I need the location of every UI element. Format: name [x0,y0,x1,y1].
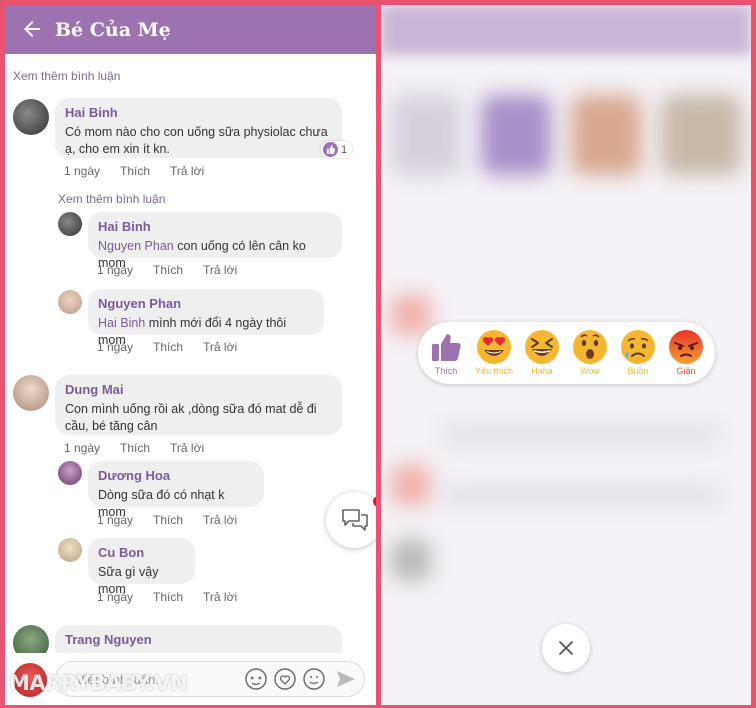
commenter-name[interactable]: Dung Mai [65,382,332,397]
reply-link[interactable]: Trả lời [203,263,237,277]
blurred-content [481,95,551,175]
reactions-screen: Thích Yêu thích Haha Wow Buồn Giận [381,5,751,705]
like-count: 1 [341,143,348,156]
reaction-haha[interactable]: Haha [519,329,565,376]
reaction-angry[interactable]: Giận [663,329,709,376]
comment-bubble: Dung Mai Con mình uống rồi ak ,dòng sữa … [55,375,342,435]
reaction-label: Giận [676,366,696,376]
commenter-name[interactable]: Cu Bon [98,545,185,560]
like-link[interactable]: Thích [120,164,150,178]
commenter-name[interactable]: Trang Nguyen [65,632,332,647]
reply-link[interactable]: Trả lời [170,441,204,455]
commenter-name[interactable]: Hai Binh [98,219,332,234]
send-icon[interactable] [334,667,358,691]
reaction-label: Haha [531,366,553,376]
mention[interactable]: Nguyen Phan [98,239,174,253]
like-link[interactable]: Thích [153,340,183,354]
heart-icon[interactable] [273,667,297,691]
commenter-name[interactable]: Dương Hoa [98,468,254,483]
reaction-label: Wow [580,366,600,376]
surprised-icon [573,330,607,364]
like-link[interactable]: Thích [120,441,150,455]
reply-link[interactable]: Trả lời [170,164,204,178]
like-link[interactable]: Thích [153,590,183,604]
reaction-wow[interactable]: Wow [567,329,613,376]
reaction-love[interactable]: Yêu thích [471,329,517,376]
reply-link[interactable]: Trả lời [203,513,237,527]
watermark: MARRYBABY.VN [9,671,188,695]
heart-eyes-icon [477,330,511,364]
comment-actions: 1 ngày Thích Trả lời [97,340,257,354]
angry-icon [669,330,703,364]
reply-bubble: Dương Hoa Dòng sữa đó có nhạt k mom [88,461,264,519]
blurred-content [661,95,741,175]
comment-actions: 1 ngày Thích Trả lời [64,164,224,178]
reaction-like[interactable]: Thích [423,329,469,376]
close-button[interactable] [542,624,590,672]
reply-link[interactable]: Trả lời [203,590,237,604]
sad-icon [621,330,655,364]
mention[interactable]: Hai Binh [98,316,145,330]
reaction-sad[interactable]: Buồn [615,329,661,376]
reply-bubble: Cu Bon Sữa gì vậy mom [88,538,195,596]
comment-bubble: Hai Binh Có mom nào cho con uống sữa phy… [55,98,342,158]
back-arrow-icon[interactable] [20,17,44,41]
comment-time: 1 ngày [97,513,134,527]
avatar[interactable] [13,375,49,411]
avatar[interactable] [58,290,82,314]
comments-screen: Bé Của Mẹ Xem thêm bình luận Hai Binh Có… [5,5,376,705]
reply-link[interactable]: Trả lời [203,340,237,354]
thumbs-up-icon [432,334,461,361]
blurred-content [391,465,431,505]
like-link[interactable]: Thích [153,263,183,277]
blurred-content [391,540,431,580]
chat-button[interactable] [326,492,376,548]
blurred-content [571,95,641,175]
comment-actions: 1 ngày Thích Trả lời [64,441,224,455]
emoji-icon[interactable] [302,667,326,691]
chat-bubbles-icon [342,509,368,531]
reaction-label: Buồn [627,366,649,376]
reaction-picker: Thích Yêu thích Haha Wow Buồn Giận [418,322,715,384]
avatar[interactable] [58,538,82,562]
avatar[interactable] [13,99,49,135]
reply-bubble: Nguyen Phan Hai Binh mình mới đổi 4 ngày… [88,289,324,347]
page-title: Bé Của Mẹ [55,19,171,41]
like-link[interactable]: Thích [153,513,183,527]
avatar[interactable] [58,212,82,236]
top-bar: Bé Của Mẹ [5,5,376,54]
notification-dot [373,496,376,507]
blurred-content [441,485,721,505]
comment-time: 1 ngày [97,590,134,604]
commenter-name[interactable]: Nguyen Phan [98,296,314,311]
comment-time: 1 ngày [97,263,134,277]
comment-actions: 1 ngày Thích Trả lời [97,263,257,277]
comment-actions: 1 ngày Thích Trả lời [97,590,257,604]
comment-text: Có mom nào cho con uống sữa physiolac ch… [65,125,328,156]
blurred-header [381,5,751,55]
comment-time: 1 ngày [64,441,101,455]
sticker-icon[interactable] [244,667,268,691]
comment-text: Con mình uống rồi ak ,dòng sữa đó mat dễ… [65,402,317,433]
load-more-replies[interactable]: Xem thêm bình luận [58,192,165,206]
commenter-name[interactable]: Hai Binh [65,105,332,120]
reply-bubble: Hai Binh Nguyen Phan con uống có lên cân… [88,212,342,270]
laughing-icon [525,330,559,364]
thumbs-up-icon [323,142,338,157]
avatar[interactable] [58,461,82,485]
comment-actions: 1 ngày Thích Trả lời [97,513,257,527]
close-icon [559,641,573,655]
blurred-content [441,425,721,445]
comment-time: 1 ngày [97,340,134,354]
blurred-content [391,95,461,175]
reaction-label: Thích [434,366,458,376]
like-count-badge[interactable]: 1 [321,141,353,158]
reaction-label: Yêu thích [474,366,514,376]
load-more-comments[interactable]: Xem thêm bình luận [13,69,120,83]
comment-time: 1 ngày [64,164,101,178]
